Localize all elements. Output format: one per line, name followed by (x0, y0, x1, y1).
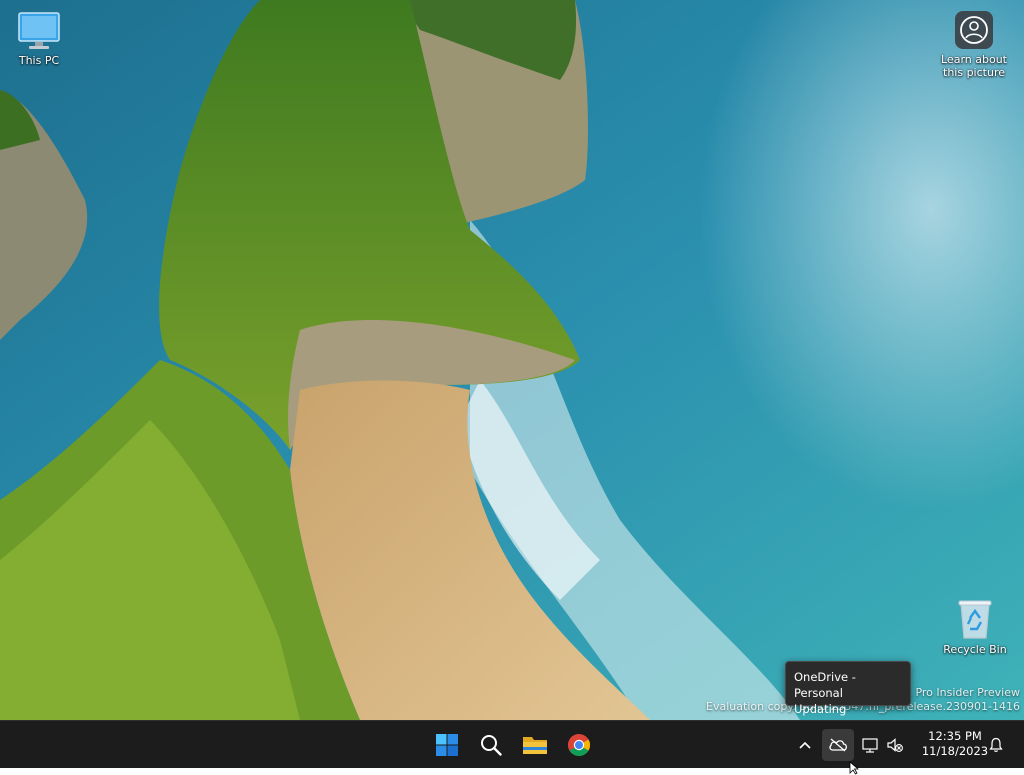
learn-picture-icon (955, 11, 993, 49)
chrome-button[interactable] (559, 725, 599, 765)
file-explorer-button[interactable] (515, 725, 555, 765)
recycle-bin-icon (958, 600, 992, 639)
search-icon (481, 735, 502, 756)
computer-icon (18, 12, 60, 49)
learn-about-picture-shortcut[interactable]: Learn about this picture (934, 10, 1014, 79)
network-icon (862, 737, 878, 753)
volume-muted-icon (887, 738, 903, 752)
tooltip-status: Updating (794, 702, 847, 716)
start-button[interactable] (427, 725, 467, 765)
tooltip-title: OneDrive - Personal (794, 670, 856, 700)
wallpaper (0, 0, 1024, 720)
desktop[interactable]: This PC Learn about this picture Recycle… (0, 0, 1024, 720)
show-hidden-icons-button[interactable] (795, 729, 815, 761)
mouse-cursor-icon (849, 761, 859, 775)
volume-button[interactable] (884, 729, 906, 761)
learn-picture-label: Learn about this picture (941, 53, 1007, 79)
onedrive-tooltip: OneDrive - Personal Updating (785, 661, 911, 716)
notifications-button[interactable] (986, 729, 1006, 761)
chrome-icon (568, 734, 590, 756)
recycle-bin-shortcut[interactable]: Recycle Bin (935, 598, 1015, 656)
start-icon (436, 734, 458, 756)
onedrive-tray-button[interactable] (822, 729, 854, 761)
notification-bell-icon (989, 737, 1003, 752)
recycle-bin-label: Recycle Bin (943, 643, 1007, 656)
network-button[interactable] (860, 729, 880, 761)
taskbar: 12:35 PM 11/18/2023 (0, 720, 1024, 768)
search-button[interactable] (471, 725, 511, 765)
this-pc-shortcut[interactable]: This PC (0, 11, 79, 67)
file-explorer-icon (523, 737, 547, 754)
this-pc-label: This PC (18, 54, 60, 67)
chevron-up-icon (799, 741, 811, 749)
onedrive-icon (829, 738, 848, 752)
